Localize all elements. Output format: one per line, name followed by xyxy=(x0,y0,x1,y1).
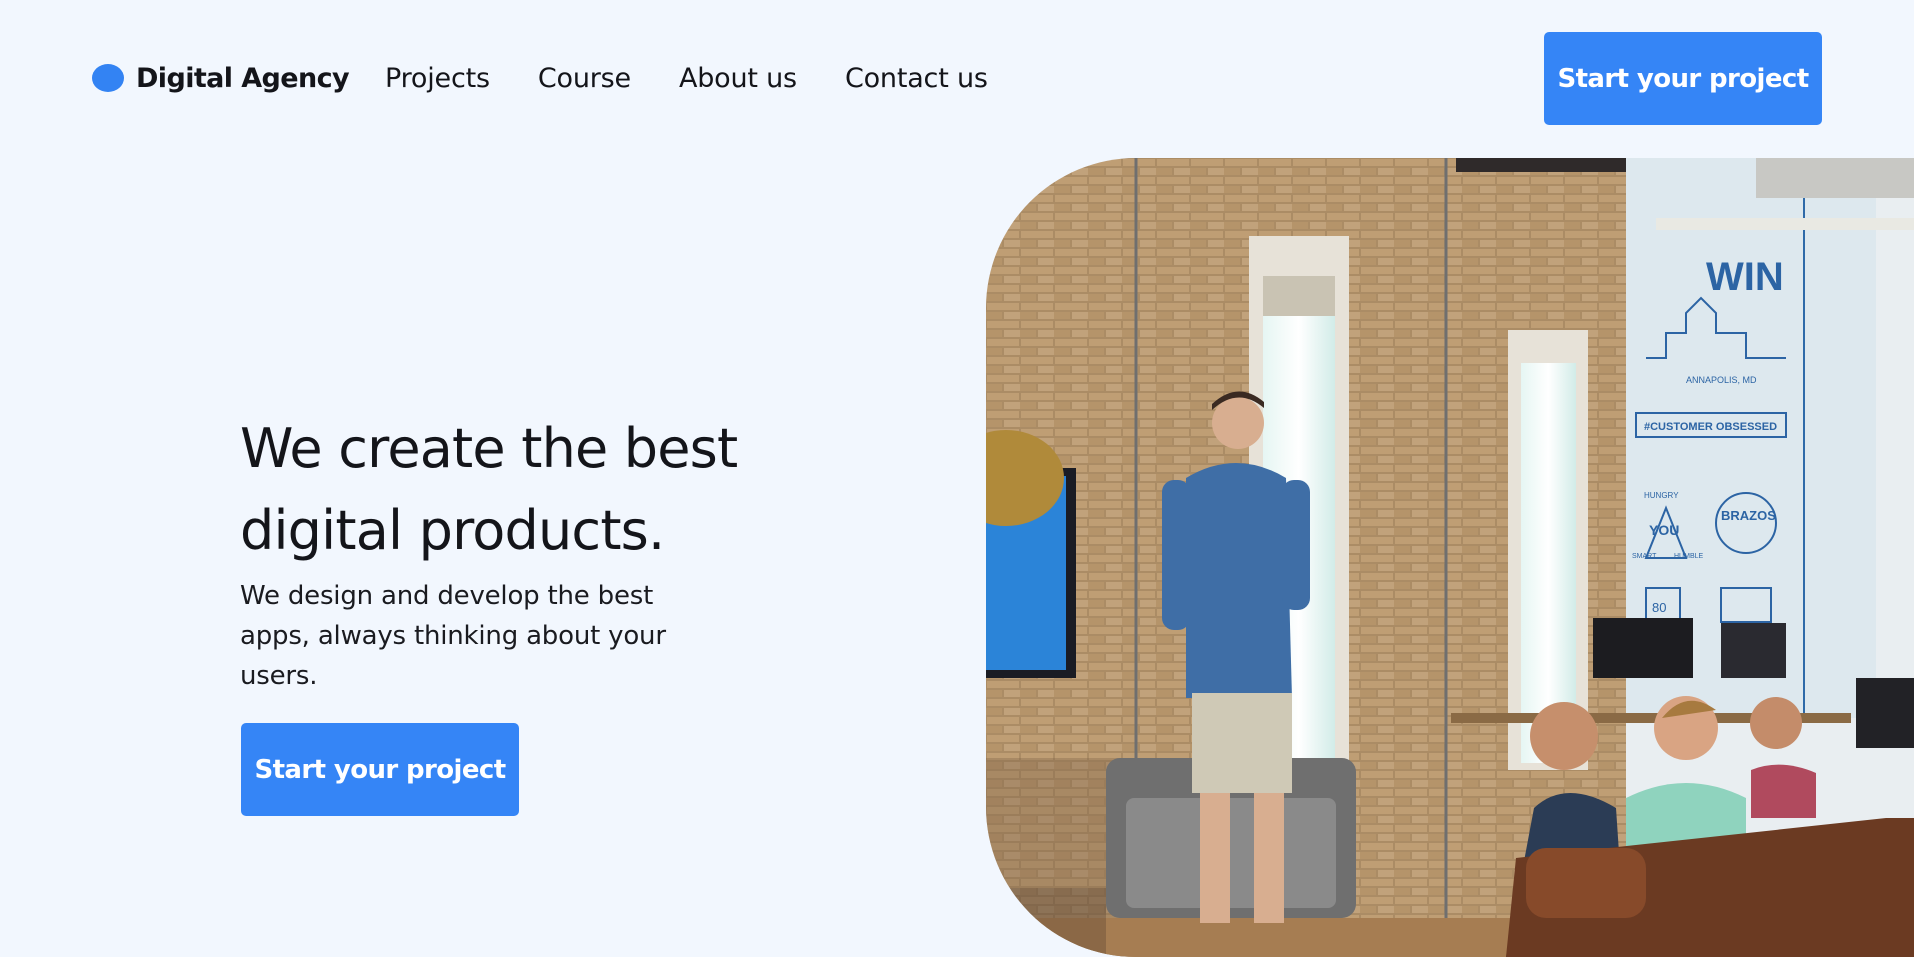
mural-smart-text: SMART xyxy=(1632,553,1657,560)
brand-name: Digital Agency xyxy=(136,62,350,94)
hero-photo: WIN ANNAPOLIS, MD #CUSTOMER OBSESSED HUN… xyxy=(986,158,1914,957)
mural-you-text: YOU xyxy=(1649,522,1679,538)
hero-subtitle: We design and develop the best apps, alw… xyxy=(240,581,666,691)
top-navigation: Digital Agency Projects Course About us … xyxy=(0,0,1914,158)
nav-link-about-us[interactable]: About us xyxy=(679,63,797,94)
nav-links: Projects Course About us Contact us xyxy=(385,60,1036,96)
nav-link-projects[interactable]: Projects xyxy=(385,63,490,94)
hero-title: We create the best digital products. xyxy=(240,417,738,562)
mural-hungry-text: HUNGRY xyxy=(1644,491,1679,500)
mural-win-text: WIN xyxy=(1706,255,1784,299)
mural-banner-text: #CUSTOMER OBSESSED xyxy=(1644,421,1777,433)
mural-brazos-text: BRAZOS xyxy=(1721,508,1776,523)
nav-link-course[interactable]: Course xyxy=(538,63,631,94)
brand-logo[interactable]: Digital Agency xyxy=(92,60,350,96)
landing-page: Digital Agency Projects Course About us … xyxy=(0,0,1914,957)
mural-city-caption: ANNAPOLIS, MD xyxy=(1686,375,1757,385)
start-project-button-hero[interactable]: Start your project xyxy=(241,723,519,816)
brand-dot-icon xyxy=(92,64,124,92)
start-project-button-header[interactable]: Start your project xyxy=(1544,32,1822,125)
mural-humble-text: HUMBLE xyxy=(1674,553,1704,560)
mural-mug-text: 80 xyxy=(1652,600,1666,615)
nav-link-contact-us[interactable]: Contact us xyxy=(845,63,988,94)
